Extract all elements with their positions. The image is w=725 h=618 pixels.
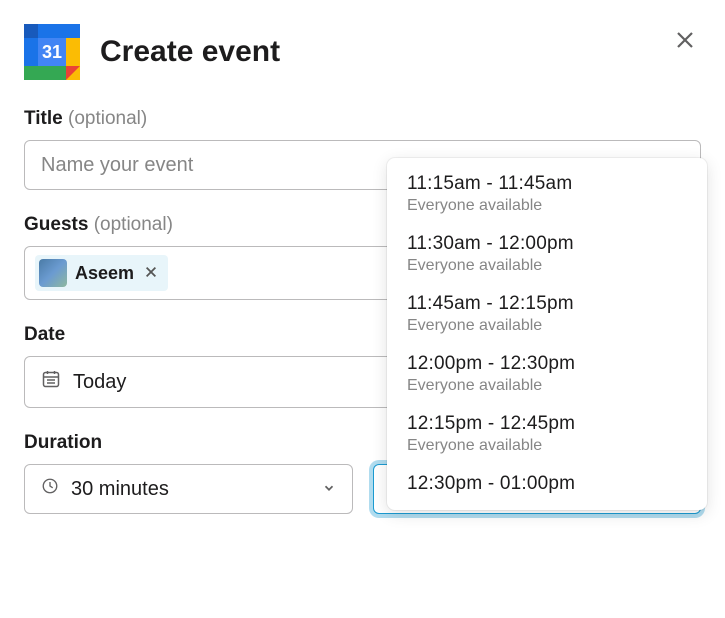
avatar bbox=[39, 259, 67, 287]
calendar-icon bbox=[41, 369, 61, 395]
chevron-down-icon bbox=[322, 478, 336, 501]
dropdown-option[interactable]: 12:30pm - 01:00pm bbox=[387, 464, 707, 504]
guest-name: Aseem bbox=[75, 263, 134, 284]
guest-chip: Aseem bbox=[35, 255, 168, 291]
option-subtitle: Everyone available bbox=[407, 377, 687, 395]
dropdown-option[interactable]: 12:15pm - 12:45pm Everyone available bbox=[387, 404, 707, 464]
title-label: Title (optional) bbox=[24, 108, 701, 130]
option-subtitle: Everyone available bbox=[407, 437, 687, 455]
option-time: 11:15am - 11:45am bbox=[407, 173, 687, 195]
page-title: Create event bbox=[100, 35, 280, 69]
duration-value: 30 minutes bbox=[71, 478, 310, 501]
title-optional-text: (optional) bbox=[68, 108, 147, 129]
dropdown-option[interactable]: 11:15am - 11:45am Everyone available bbox=[387, 164, 707, 224]
option-time: 11:30am - 12:00pm bbox=[407, 233, 687, 255]
title-label-text: Title bbox=[24, 108, 63, 129]
duration-select[interactable]: 30 minutes bbox=[24, 464, 353, 514]
option-subtitle: Everyone available bbox=[407, 257, 687, 275]
dropdown-option[interactable]: 12:00pm - 12:30pm Everyone available bbox=[387, 344, 707, 404]
option-subtitle: Everyone available bbox=[407, 197, 687, 215]
close-button[interactable] bbox=[673, 28, 701, 56]
option-subtitle: Everyone available bbox=[407, 317, 687, 335]
option-time: 12:00pm - 12:30pm bbox=[407, 353, 687, 375]
dropdown-option[interactable]: 11:30am - 12:00pm Everyone available bbox=[387, 224, 707, 284]
google-calendar-icon: 31 bbox=[24, 24, 80, 80]
dropdown-option[interactable]: 11:45am - 12:15pm Everyone available bbox=[387, 284, 707, 344]
remove-guest-button[interactable] bbox=[142, 263, 160, 284]
option-time: 12:15pm - 12:45pm bbox=[407, 413, 687, 435]
svg-text:31: 31 bbox=[42, 42, 62, 62]
clock-icon bbox=[41, 477, 59, 501]
guests-label-text: Guests bbox=[24, 214, 88, 235]
option-time: 12:30pm - 01:00pm bbox=[407, 473, 687, 495]
time-slot-dropdown: 11:15am - 11:45am Everyone available 11:… bbox=[387, 158, 707, 510]
modal-header: 31 Create event bbox=[24, 24, 701, 80]
option-time: 11:45am - 12:15pm bbox=[407, 293, 687, 315]
guests-optional-text: (optional) bbox=[94, 214, 173, 235]
